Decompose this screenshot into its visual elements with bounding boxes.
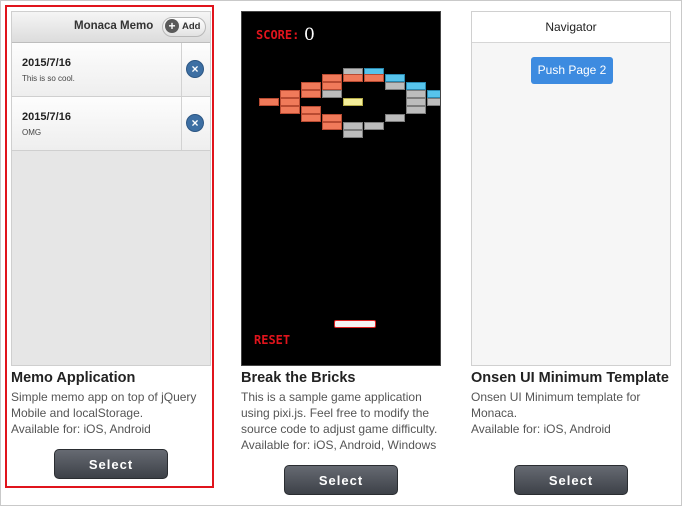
template-description-text: Simple memo app on top of jQuery Mobile …	[11, 390, 197, 420]
memo-delete-col: ×	[181, 97, 210, 150]
template-availability: Available for: iOS, Android	[11, 422, 151, 436]
brick	[406, 106, 426, 114]
memo-list-item: 2015/7/16 OMG ×	[12, 97, 210, 151]
brick	[343, 122, 363, 130]
template-gallery: Monaca Memo + Add 2015/7/16 This is so c…	[0, 0, 682, 506]
memo-date: 2015/7/16	[22, 57, 71, 69]
memo-header-title: Monaca Memo	[74, 20, 154, 32]
select-button-onsen[interactable]: Select	[514, 465, 628, 495]
delete-icon: ×	[186, 114, 204, 132]
memo-add-button: + Add	[162, 17, 206, 37]
template-description: This is a sample game application using …	[241, 389, 441, 453]
brick	[385, 114, 405, 122]
memo-text: This is so cool.	[22, 74, 75, 83]
template-card-bricks[interactable]: SCORE: 0 RESET Break the Bricks This is …	[241, 11, 441, 453]
brick	[259, 98, 279, 106]
score-value: 0	[304, 25, 315, 45]
brick	[343, 74, 363, 82]
template-title: Memo Application	[11, 370, 136, 386]
brick	[280, 106, 300, 114]
memo-header: Monaca Memo + Add	[12, 12, 210, 43]
brick	[364, 122, 384, 130]
brick	[280, 98, 300, 106]
template-card-onsen[interactable]: Navigator Push Page 2 Onsen UI Minimum T…	[471, 11, 671, 437]
select-button-bricks[interactable]: Select	[284, 465, 398, 495]
brick	[406, 82, 426, 90]
template-availability: Available for: iOS, Android	[471, 422, 611, 436]
template-card-memo[interactable]: Monaca Memo + Add 2015/7/16 This is so c…	[11, 11, 211, 437]
brick	[385, 82, 405, 90]
template-description-text: This is a sample game application using …	[241, 390, 438, 436]
push-page-button: Push Page 2	[531, 57, 613, 84]
memo-text: OMG	[22, 128, 42, 137]
score-label: SCORE:	[256, 28, 300, 42]
brick	[343, 130, 363, 138]
delete-icon: ×	[186, 60, 204, 78]
brick	[427, 98, 440, 106]
memo-add-label: Add	[182, 21, 201, 32]
onsen-navbar-title: Navigator	[472, 12, 670, 43]
select-button-memo[interactable]: Select	[54, 449, 168, 479]
plus-icon: +	[165, 19, 179, 33]
brick	[322, 122, 342, 130]
brick	[322, 90, 342, 98]
onsen-preview: Navigator Push Page 2	[471, 11, 671, 366]
brick	[343, 98, 363, 106]
brick	[322, 82, 342, 90]
brick	[322, 114, 342, 122]
brick	[427, 90, 440, 98]
memo-delete-col: ×	[181, 43, 210, 96]
brick	[301, 82, 321, 90]
memo-date: 2015/7/16	[22, 111, 71, 123]
bricks-preview: SCORE: 0 RESET	[241, 11, 441, 366]
brick	[301, 90, 321, 98]
brick	[406, 90, 426, 98]
brick	[322, 74, 342, 82]
brick	[301, 114, 321, 122]
template-title: Onsen UI Minimum Template	[471, 370, 669, 386]
memo-preview: Monaca Memo + Add 2015/7/16 This is so c…	[11, 11, 211, 366]
template-availability: Available for: iOS, Android, Windows	[241, 438, 437, 452]
brick	[280, 90, 300, 98]
reset-label: RESET	[254, 333, 291, 347]
memo-list-item: 2015/7/16 This is so cool. ×	[12, 43, 210, 97]
brick	[385, 74, 405, 82]
template-description: Onsen UI Minimum template for Monaca. Av…	[471, 389, 671, 437]
paddle	[334, 320, 376, 328]
template-description-text: Onsen UI Minimum template for Monaca.	[471, 390, 641, 420]
brick	[301, 106, 321, 114]
brick	[364, 74, 384, 82]
template-description: Simple memo app on top of jQuery Mobile …	[11, 389, 211, 437]
brick	[406, 98, 426, 106]
template-title: Break the Bricks	[241, 370, 356, 386]
